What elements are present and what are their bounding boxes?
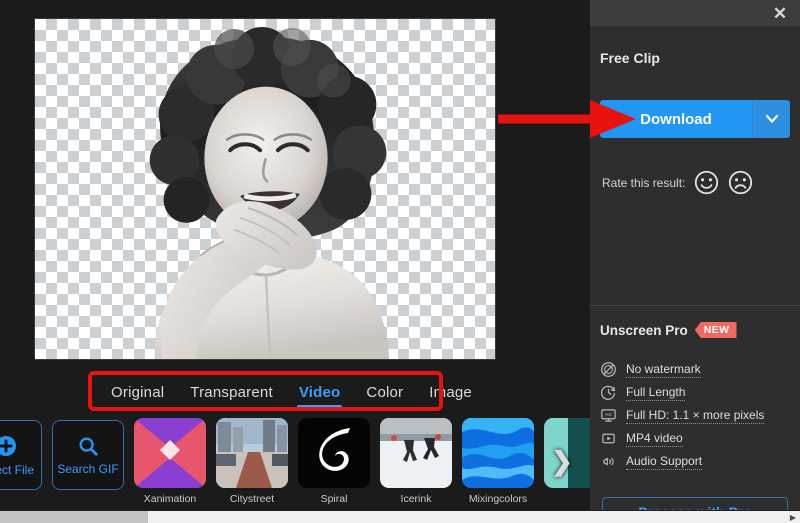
pro-feature-no-watermark: No watermark <box>600 358 796 381</box>
result-sidebar: ✕ Free Clip Download Rate this result: <box>590 0 800 510</box>
thumbnail-citystreet[interactable]: Citystreet <box>216 418 288 505</box>
subject-cutout-image <box>35 19 495 359</box>
city-street-art <box>216 418 288 488</box>
no-watermark-icon <box>600 361 617 378</box>
thumbnail-caption: Xanimation <box>134 493 206 505</box>
download-options-dropdown[interactable] <box>752 100 790 138</box>
thumbnail-caption: Citystreet <box>216 493 288 505</box>
horizontal-scrollbar[interactable]: ▶ <box>0 510 800 523</box>
preview-canvas[interactable] <box>34 18 496 360</box>
chevron-down-icon <box>766 115 778 123</box>
tab-color[interactable]: Color <box>364 381 405 408</box>
pro-title: Unscreen Pro <box>600 323 688 338</box>
audio-speaker-icon <box>600 453 617 470</box>
background-type-tabs: Original Transparent Video Color Image <box>95 375 488 414</box>
pro-feature-full-length: Full Length <box>600 381 796 404</box>
mp4-play-icon <box>600 430 617 447</box>
full-length-clock-icon <box>600 384 617 401</box>
sad-face-icon[interactable] <box>728 170 753 195</box>
scrollbar-right-arrow-icon[interactable]: ▶ <box>786 511 800 523</box>
thumbnail-caption: Icerink <box>380 493 452 505</box>
thumbnail-caption: Mixingcolors <box>462 493 534 505</box>
select-file-label: Select File <box>0 463 34 477</box>
pro-feature-mp4-video: MP4 video <box>600 427 796 450</box>
pro-feature-label: MP4 video <box>626 431 683 447</box>
tab-transparent[interactable]: Transparent <box>188 381 275 408</box>
editor-panel: Original Transparent Video Color Image S… <box>0 0 590 510</box>
new-badge: NEW <box>695 322 737 338</box>
thumbnail-icerink[interactable]: Icerink <box>380 418 452 505</box>
thumbnail-citystreet-image <box>216 418 288 488</box>
thumbnail-mixingcolors[interactable]: Mixingcolors <box>462 418 534 505</box>
thumbnail-caption: Spiral <box>298 493 370 505</box>
sidebar-divider <box>590 305 800 306</box>
happy-face-icon[interactable] <box>694 170 719 195</box>
scrollbar-thumb[interactable] <box>0 511 148 523</box>
hd-monitor-icon: HD <box>600 407 617 424</box>
svg-text:HD: HD <box>605 412 611 417</box>
pro-feature-label: Audio Support <box>626 454 702 470</box>
pro-feature-label: No watermark <box>626 362 701 378</box>
thumbnail-xanimation[interactable]: Xanimation <box>134 418 206 505</box>
mixing-colors-art <box>462 418 534 488</box>
background-thumbnail-strip: Select File Search GIF Xanim <box>0 418 590 510</box>
tab-image[interactable]: Image <box>427 381 474 408</box>
thumbnail-spiral[interactable]: Spiral <box>298 418 370 505</box>
download-button[interactable]: Download <box>600 100 752 138</box>
tab-video[interactable]: Video <box>297 381 343 408</box>
search-gif-button[interactable]: Search GIF <box>52 420 124 490</box>
rating-label: Rate this result: <box>602 176 685 190</box>
x-animation-art <box>134 418 206 488</box>
thumbnail-icerink-image <box>380 418 452 488</box>
pro-feature-full-hd: HD Full HD: 1.1 × more pixels <box>600 404 796 427</box>
ice-rink-art <box>380 418 452 488</box>
pro-heading: Unscreen Pro NEW <box>600 322 737 338</box>
pro-feature-label: Full Length <box>626 385 685 401</box>
pro-feature-list: No watermark Full Length HD <box>600 358 796 473</box>
search-gif-label: Search GIF <box>57 462 118 476</box>
close-icon[interactable]: ✕ <box>770 4 790 24</box>
plus-circle-icon <box>0 434 18 458</box>
thumbnail-mixingcolors-image <box>462 418 534 488</box>
unscreen-app: Original Transparent Video Color Image S… <box>0 0 800 523</box>
thumbnail-xanimation-image <box>134 418 206 488</box>
clip-title: Free Clip <box>600 50 660 66</box>
pro-feature-label: Full HD: 1.1 × more pixels <box>626 408 764 424</box>
spiral-art <box>298 418 370 488</box>
rating-row: Rate this result: <box>602 170 792 195</box>
thumbnail-spiral-image <box>298 418 370 488</box>
search-icon <box>77 435 99 457</box>
select-file-button[interactable]: Select File <box>0 420 42 490</box>
sidebar-header-bar <box>590 0 800 26</box>
pro-feature-audio-support: Audio Support <box>600 450 796 473</box>
tab-original[interactable]: Original <box>109 381 166 408</box>
thumbnail-next-arrow[interactable]: ❯ <box>551 448 573 474</box>
download-button-group: Download <box>600 100 790 138</box>
